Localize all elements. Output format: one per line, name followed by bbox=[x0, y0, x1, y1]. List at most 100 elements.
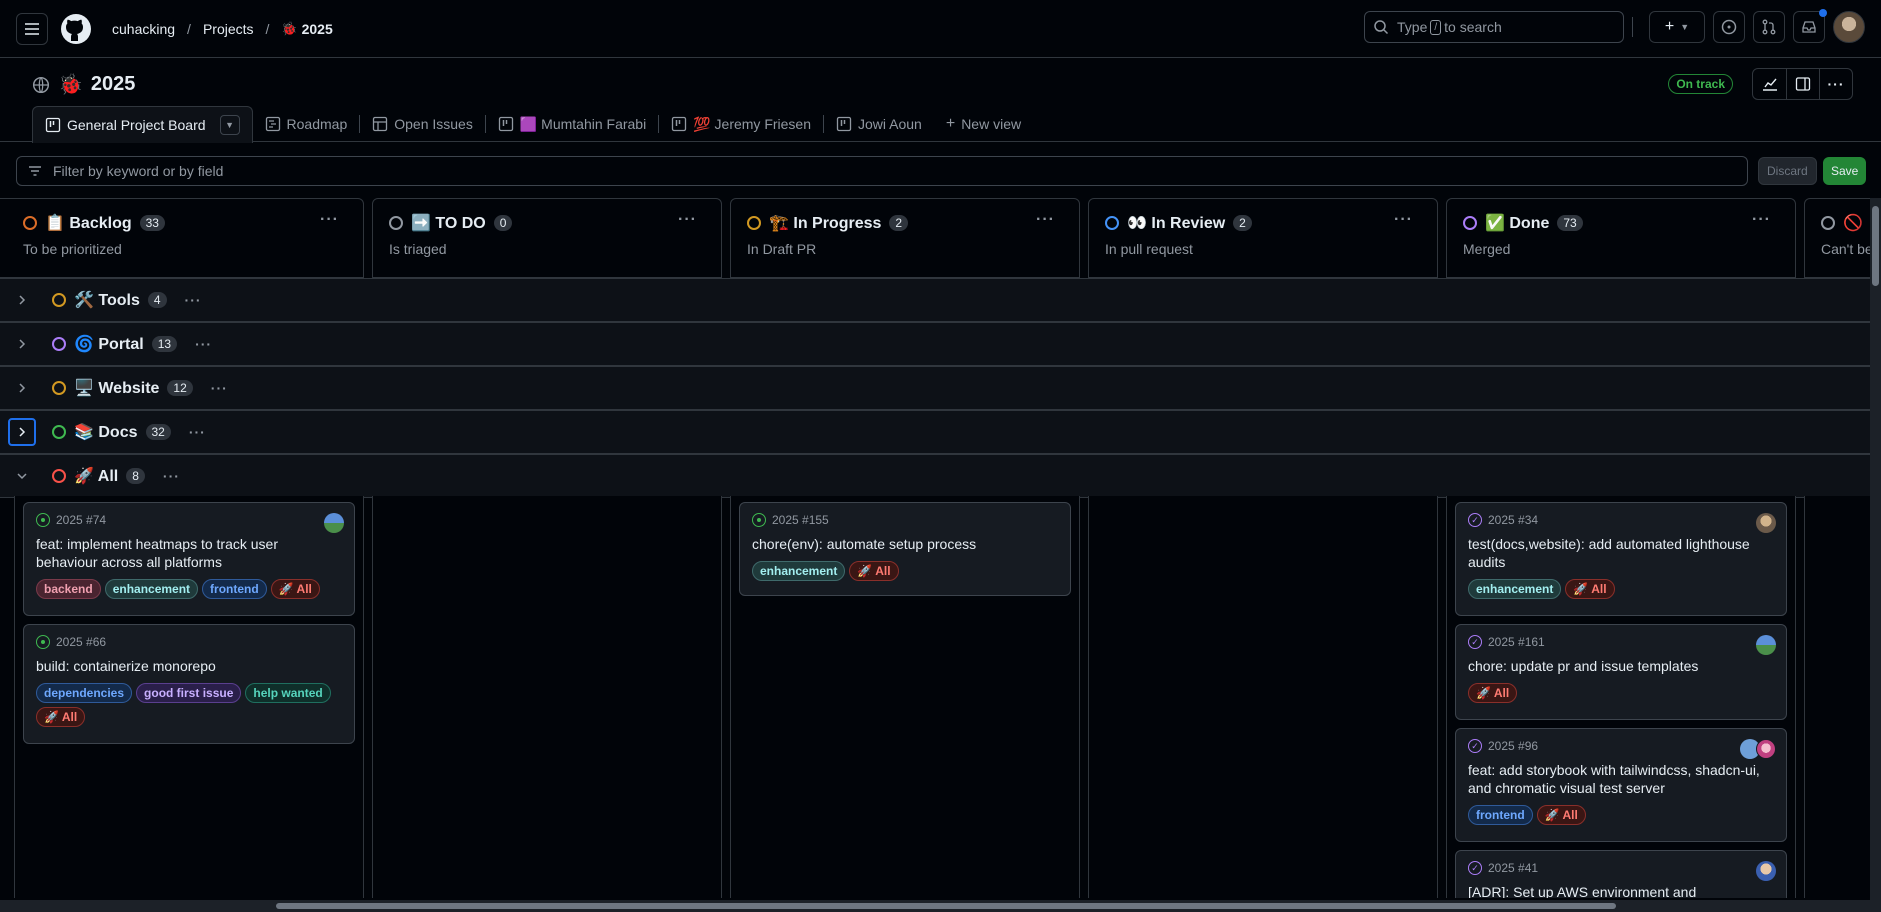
scrollbar-thumb[interactable] bbox=[1872, 206, 1879, 286]
issue-title[interactable]: [ADR]: Set up AWS environment and bbox=[1468, 883, 1774, 898]
tab-general-project-board[interactable]: General Project Board ▼ bbox=[32, 106, 253, 143]
issue-card[interactable]: ✓ 2025 #34 test(docs,website): add automa… bbox=[1455, 502, 1787, 616]
issue-title[interactable]: build: containerize monorepo bbox=[36, 657, 342, 675]
breadcrumb-project[interactable]: 2025 bbox=[302, 21, 333, 37]
label-all[interactable]: 🚀 All bbox=[1468, 683, 1518, 703]
insights-button[interactable] bbox=[1753, 69, 1786, 99]
label-help-wanted[interactable]: help wanted bbox=[245, 683, 331, 703]
column-menu-button[interactable]: ··· bbox=[320, 211, 339, 229]
graph-icon bbox=[1762, 78, 1777, 91]
pull-requests-button[interactable] bbox=[1753, 11, 1785, 43]
tab-jowi-aoun[interactable]: Jowi Aoun bbox=[824, 106, 934, 142]
filter-input[interactable]: Filter by keyword or by field bbox=[16, 156, 1748, 186]
scrollbar-thumb[interactable] bbox=[276, 903, 1616, 909]
issue-card[interactable]: ✓ 2025 #41 [ADR]: Set up AWS environment … bbox=[1455, 850, 1787, 898]
group-title: 🛠️ Tools bbox=[74, 292, 140, 309]
column-description: Is triaged bbox=[389, 241, 447, 257]
group-menu-button[interactable]: ··· bbox=[195, 336, 212, 352]
side-panel-button[interactable] bbox=[1786, 69, 1819, 99]
issue-card[interactable]: 2025 #155 chore(env): automate setup pro… bbox=[739, 502, 1071, 596]
label-all[interactable]: 🚀 All bbox=[36, 707, 86, 727]
tab-label: General Project Board bbox=[67, 117, 206, 133]
group-count: 8 bbox=[126, 468, 145, 484]
label-enhancement[interactable]: enhancement bbox=[752, 561, 846, 581]
view-options-dropdown[interactable]: ▼ bbox=[219, 115, 240, 135]
menu-button[interactable] bbox=[16, 12, 48, 45]
save-button[interactable]: Save bbox=[1823, 157, 1867, 185]
label-frontend[interactable]: frontend bbox=[202, 579, 267, 599]
discard-button[interactable]: Discard bbox=[1758, 157, 1817, 185]
label-all[interactable]: 🚀 All bbox=[1536, 805, 1586, 825]
label-all[interactable]: 🚀 All bbox=[1565, 579, 1615, 599]
label-good-first-issue[interactable]: good first issue bbox=[136, 683, 242, 703]
label-all[interactable]: 🚀 All bbox=[270, 579, 320, 599]
issue-title[interactable]: chore(env): automate setup process bbox=[752, 535, 1058, 553]
group-row-all: 🚀 All 8 ··· bbox=[0, 454, 1870, 498]
project-header: 🐞 2025 On track ··· General Project Boar… bbox=[0, 58, 1881, 143]
tab-mumtahin-farabi[interactable]: 🟪 Mumtahin Farabi bbox=[486, 106, 658, 142]
column-menu-button[interactable]: ··· bbox=[1394, 211, 1413, 229]
label-frontend[interactable]: frontend bbox=[1468, 805, 1533, 825]
more-options-button[interactable]: ··· bbox=[1819, 69, 1852, 99]
collapse-group-button[interactable] bbox=[8, 462, 36, 490]
assignee-avatar[interactable] bbox=[1756, 739, 1776, 759]
issues-button[interactable] bbox=[1713, 11, 1745, 43]
expand-group-button[interactable] bbox=[8, 286, 36, 314]
issue-title[interactable]: feat: add storybook with tailwindcss, sh… bbox=[1468, 761, 1774, 797]
column-menu-button[interactable]: ··· bbox=[1036, 211, 1055, 229]
assignee-avatar[interactable] bbox=[1756, 861, 1776, 881]
group-menu-button[interactable]: ··· bbox=[185, 292, 202, 308]
group-row-docs: 📚 Docs 32 ··· bbox=[0, 410, 1870, 454]
status-badge[interactable]: On track bbox=[1668, 74, 1733, 94]
vertical-scrollbar[interactable] bbox=[1870, 198, 1881, 900]
column-menu-button[interactable]: ··· bbox=[678, 211, 697, 229]
globe-icon bbox=[32, 76, 50, 93]
expand-group-button[interactable] bbox=[8, 418, 36, 446]
chevron-down-icon bbox=[17, 473, 27, 480]
tab-jeremy-friesen[interactable]: 💯 Jeremy Friesen bbox=[659, 106, 823, 142]
issue-title[interactable]: test(docs,website): add automated lighth… bbox=[1468, 535, 1774, 571]
breadcrumb-org[interactable]: cuhacking bbox=[112, 21, 175, 37]
user-avatar[interactable] bbox=[1833, 11, 1865, 43]
column-title: 🚫 bbox=[1843, 215, 1863, 232]
assignee-avatar[interactable] bbox=[324, 513, 344, 533]
issue-card[interactable]: ✓ 2025 #161 chore: update pr and issue te… bbox=[1455, 624, 1787, 720]
group-menu-button[interactable]: ··· bbox=[189, 424, 206, 440]
github-logo-icon[interactable] bbox=[60, 13, 92, 45]
breadcrumb-projects[interactable]: Projects bbox=[203, 21, 254, 37]
group-menu-button[interactable]: ··· bbox=[211, 380, 228, 396]
assignee-avatar[interactable] bbox=[1756, 513, 1776, 533]
issue-closed-icon: ✓ bbox=[1468, 739, 1482, 753]
breadcrumb-separator: / bbox=[265, 20, 270, 37]
tab-open-issues[interactable]: Open Issues bbox=[360, 106, 485, 142]
search-icon bbox=[1374, 20, 1389, 35]
board: 📋 Backlog 33 To be prioritized ··· ➡️ TO… bbox=[0, 198, 1870, 898]
issue-title[interactable]: feat: implement heatmaps to track user b… bbox=[36, 535, 342, 571]
horizontal-scrollbar[interactable] bbox=[0, 900, 1881, 912]
plus-icon: + bbox=[945, 115, 956, 132]
assignee-avatar[interactable] bbox=[1756, 635, 1776, 655]
issue-ref: 2025 #96 bbox=[1488, 739, 1539, 753]
label-backend[interactable]: backend bbox=[36, 579, 101, 599]
issue-open-icon bbox=[752, 513, 766, 527]
label-enhancement[interactable]: enhancement bbox=[1468, 579, 1562, 599]
project-name: 2025 bbox=[90, 73, 136, 95]
new-view-button[interactable]: + New view bbox=[934, 106, 1033, 142]
issue-title[interactable]: chore: update pr and issue templates bbox=[1468, 657, 1774, 675]
column-menu-button[interactable]: ··· bbox=[1752, 211, 1771, 229]
status-circle-icon bbox=[1105, 216, 1119, 230]
create-new-button[interactable]: + ▼ bbox=[1649, 11, 1705, 43]
tab-roadmap[interactable]: Roadmap bbox=[253, 106, 360, 142]
label-dependencies[interactable]: dependencies bbox=[36, 683, 133, 703]
issue-card[interactable]: 2025 #74 feat: implement heatmaps to tra… bbox=[23, 502, 355, 616]
column-count: 2 bbox=[1233, 215, 1252, 231]
issue-card[interactable]: ✓ 2025 #96 feat: add storybook with tailw… bbox=[1455, 728, 1787, 842]
issue-card[interactable]: 2025 #66 build: containerize monorepo de… bbox=[23, 624, 355, 744]
expand-group-button[interactable] bbox=[8, 374, 36, 402]
group-menu-button[interactable]: ··· bbox=[163, 468, 180, 484]
label-all[interactable]: 🚀 All bbox=[849, 561, 899, 581]
expand-group-button[interactable] bbox=[8, 330, 36, 358]
search-input[interactable]: Type / to search bbox=[1364, 11, 1624, 43]
inbox-button[interactable] bbox=[1793, 9, 1827, 43]
label-enhancement[interactable]: enhancement bbox=[104, 579, 199, 599]
